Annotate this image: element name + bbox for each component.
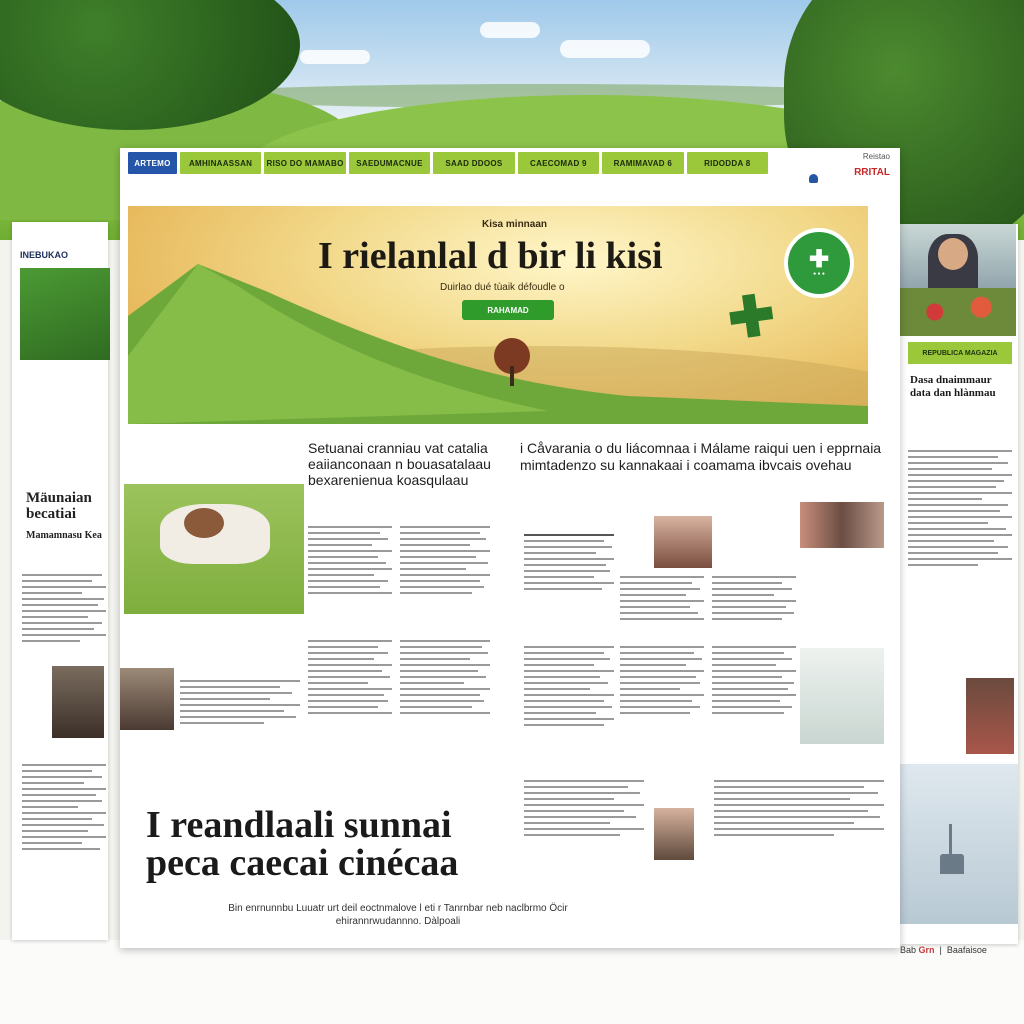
nav-tab[interactable]: ARTEMO bbox=[128, 152, 177, 174]
health-seal-icon: ✚ ● ● ● bbox=[784, 228, 854, 298]
column2-heading: i Cåvarania o du liácomnaa i Málame raiq… bbox=[520, 440, 882, 473]
feature-title-line2: peca caecai cinécaa bbox=[146, 842, 459, 884]
cloud bbox=[560, 40, 650, 58]
hero-cta-button[interactable]: RAHAMAD bbox=[462, 300, 554, 320]
cross-icon: ✚ bbox=[723, 282, 780, 351]
top-navigation: ARTEMO AMHINAASSAN RISO DO MAMABO SAEDUM… bbox=[128, 152, 769, 176]
feature-title-line1: I reandlaali sunnai bbox=[146, 804, 452, 846]
tower bbox=[940, 854, 964, 874]
column2-text bbox=[620, 574, 704, 622]
nav-tab[interactable]: SAAD DDOOS bbox=[433, 152, 515, 174]
column2-text bbox=[712, 644, 796, 716]
left-label: INEBUKAO bbox=[20, 250, 69, 260]
hero-title: I rielanlal d bir li kisi bbox=[318, 235, 663, 277]
column2-photo bbox=[800, 502, 884, 548]
feature-title: I reandlaali sunnai peca caecai cinécaa bbox=[146, 806, 458, 882]
nav-tab[interactable]: SAEDUMACNUE bbox=[348, 152, 431, 174]
column2-text bbox=[524, 778, 644, 838]
footer-red: Grn bbox=[918, 945, 935, 955]
right-small-photo bbox=[966, 678, 1014, 754]
right-tag: REPUBLICA MAGAZIA bbox=[908, 342, 1012, 364]
hero-kicker: Kisa minnaan bbox=[482, 219, 548, 230]
cow-photo bbox=[124, 484, 304, 614]
column1-heading: Setuanai cranniau vat catalia eaiiancona… bbox=[308, 440, 491, 488]
column1-text bbox=[308, 524, 392, 596]
footer-left: Bab bbox=[900, 945, 917, 955]
column2-photo bbox=[654, 516, 712, 568]
location-pin-icon bbox=[809, 174, 818, 183]
hero-subtitle: Duirlao dué tùaik défoudle o bbox=[440, 282, 565, 293]
feature-caption: Bin enrnunnbu Luuatr urt deil eoctnmalov… bbox=[228, 903, 568, 927]
page-bottom bbox=[0, 940, 1024, 1024]
nav-tab[interactable]: RISO DO MAMABO bbox=[264, 152, 346, 174]
tower-spire bbox=[949, 824, 952, 854]
column2-text bbox=[524, 644, 614, 728]
cloud bbox=[300, 50, 370, 64]
flowers bbox=[900, 288, 1016, 336]
right-page: REPUBLICA MAGAZIA Dasa dnaimmaur data da… bbox=[900, 224, 1018, 944]
footer-row: Bab Grn | Baafaisoe bbox=[900, 945, 987, 955]
column2-figure bbox=[800, 648, 884, 744]
column1-text bbox=[400, 524, 490, 596]
nav-tab[interactable]: CAECOMAD 9 bbox=[517, 152, 600, 174]
column1-text bbox=[180, 678, 300, 726]
brand-logo[interactable]: Reistao RRITAL bbox=[775, 152, 890, 190]
nav-tab[interactable]: AMHINAASSAN bbox=[179, 152, 262, 174]
left-text-block bbox=[22, 572, 106, 644]
footer-right: Baafaisoe bbox=[946, 945, 987, 955]
cloud bbox=[480, 22, 540, 38]
people-photo bbox=[120, 668, 174, 730]
left-group-photo bbox=[52, 666, 104, 738]
left-text-block bbox=[22, 762, 106, 852]
column2-portrait bbox=[654, 808, 694, 860]
right-text-block bbox=[908, 448, 1012, 568]
left-heading: Mäunaian bbox=[26, 490, 92, 506]
column1-text bbox=[400, 638, 490, 716]
main-page: ARTEMO AMHINAASSAN RISO DO MAMABO SAEDUM… bbox=[120, 148, 900, 948]
column2-text bbox=[524, 532, 614, 592]
left-subheading: Mamamnasu Kea bbox=[26, 530, 102, 541]
nav-tab[interactable]: RIDODDA 8 bbox=[686, 152, 769, 174]
right-sky-photo bbox=[900, 764, 1018, 924]
brand-small-text: Reistao bbox=[862, 152, 890, 161]
column2-text bbox=[714, 778, 884, 838]
hero-banner: Kisa minnaan I rielanlal d bir li kisi D… bbox=[128, 206, 868, 424]
column2-text bbox=[712, 574, 796, 622]
column2-text bbox=[620, 644, 704, 716]
column1-text bbox=[308, 638, 392, 716]
left-page: INEBUKAO Mäunaian becatiai Mamamnasu Kea bbox=[12, 222, 110, 940]
left-photo bbox=[20, 268, 110, 360]
cow-patch bbox=[184, 508, 224, 538]
brand-name: RRITAL bbox=[854, 167, 890, 178]
left-heading: becatiai bbox=[26, 506, 76, 522]
right-headline: Dasa dnaimmaur data dan hlànmau bbox=[910, 374, 996, 399]
right-portrait-photo bbox=[900, 224, 1016, 336]
nav-tab[interactable]: RAMIMAVAD 6 bbox=[602, 152, 684, 174]
person-face bbox=[938, 238, 968, 270]
